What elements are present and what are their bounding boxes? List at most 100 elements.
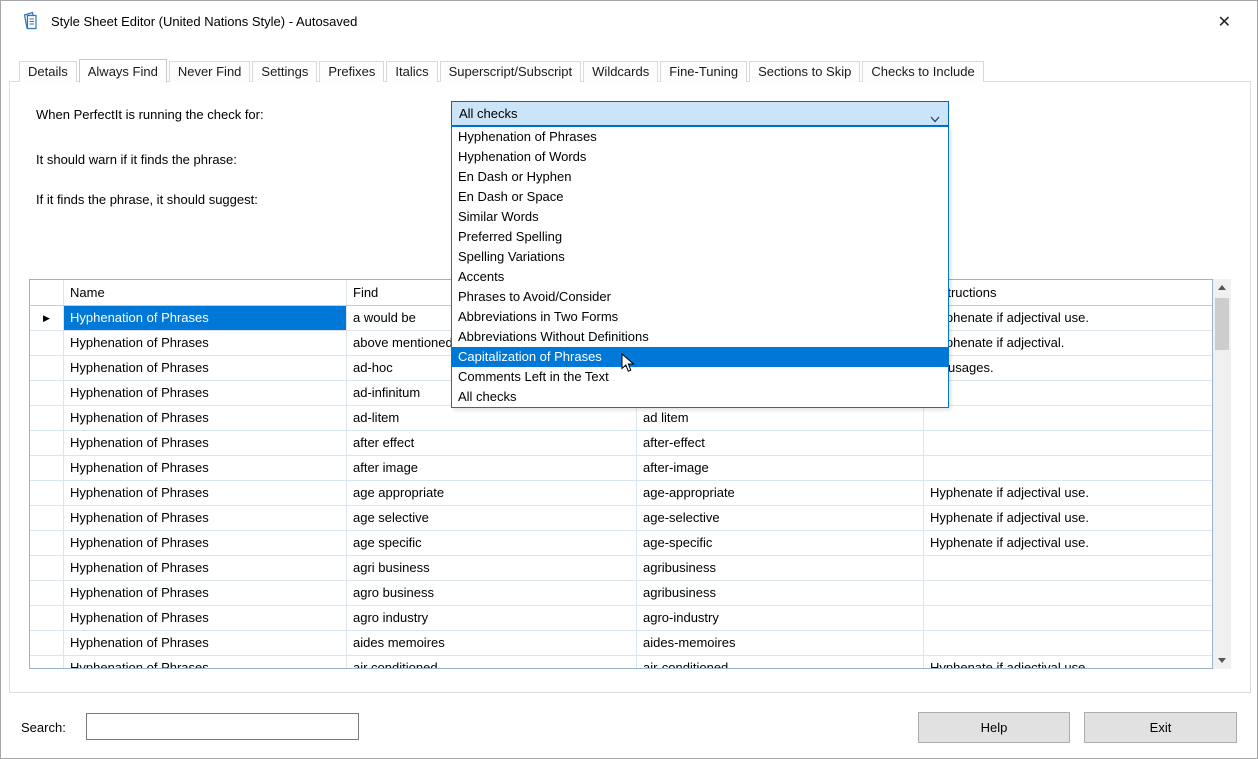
cell-name[interactable]: Hyphenation of Phrases xyxy=(64,581,347,606)
dropdown-item-similar-words[interactable]: Similar Words xyxy=(452,207,948,227)
cell-name[interactable]: Hyphenation of Phrases xyxy=(64,381,347,406)
dropdown-item-en-dash-or-space[interactable]: En Dash or Space xyxy=(452,187,948,207)
tab-fine-tuning[interactable]: Fine-Tuning xyxy=(660,61,747,82)
header-name[interactable]: Name xyxy=(64,280,347,305)
tab-prefixes[interactable]: Prefixes xyxy=(319,61,384,82)
cell-instructions[interactable]: Hyphenate if adjectival use. xyxy=(924,656,1212,669)
table-row[interactable]: Hyphenation of Phrasesage specificage-sp… xyxy=(30,531,1212,556)
cell-instructions[interactable] xyxy=(924,631,1212,656)
cell-find[interactable]: air conditioned xyxy=(347,656,637,669)
dropdown-item-abbreviations-without-definitions[interactable]: Abbreviations Without Definitions xyxy=(452,327,948,347)
dropdown-item-hyphenation-of-words[interactable]: Hyphenation of Words xyxy=(452,147,948,167)
table-row[interactable]: Hyphenation of Phrasesafter effectafter-… xyxy=(30,431,1212,456)
cell-name[interactable]: Hyphenation of Phrases xyxy=(64,356,347,381)
cell-instructions[interactable] xyxy=(924,556,1212,581)
cell-name[interactable]: Hyphenation of Phrases xyxy=(64,306,347,331)
search-input[interactable] xyxy=(86,713,359,740)
row-selector[interactable] xyxy=(30,606,64,631)
cell-suggest[interactable]: age-appropriate xyxy=(637,481,924,506)
row-selector[interactable] xyxy=(30,581,64,606)
table-row[interactable]: Hyphenation of Phrasesad-litemad litem xyxy=(30,406,1212,431)
cell-name[interactable]: Hyphenation of Phrases xyxy=(64,331,347,356)
dropdown-item-preferred-spelling[interactable]: Preferred Spelling xyxy=(452,227,948,247)
cell-instructions[interactable]: Hyphenate if adjectival use. xyxy=(924,531,1212,556)
cell-find[interactable]: ad-litem xyxy=(347,406,637,431)
cell-name[interactable]: Hyphenation of Phrases xyxy=(64,481,347,506)
cell-name[interactable]: Hyphenation of Phrases xyxy=(64,531,347,556)
row-selector[interactable] xyxy=(30,656,64,669)
scroll-down-button[interactable] xyxy=(1213,652,1231,669)
cell-name[interactable]: Hyphenation of Phrases xyxy=(64,506,347,531)
cell-suggest[interactable]: air-conditioned xyxy=(637,656,924,669)
cell-instructions[interactable] xyxy=(924,431,1212,456)
row-selector[interactable] xyxy=(30,456,64,481)
tab-italics[interactable]: Italics xyxy=(386,61,437,82)
help-button[interactable]: Help xyxy=(918,712,1070,743)
cell-suggest[interactable]: age-specific xyxy=(637,531,924,556)
row-selector[interactable] xyxy=(30,631,64,656)
cell-suggest[interactable]: after-image xyxy=(637,456,924,481)
cell-name[interactable]: Hyphenation of Phrases xyxy=(64,656,347,669)
vertical-scrollbar[interactable] xyxy=(1213,279,1231,669)
row-selector[interactable] xyxy=(30,481,64,506)
cell-instructions[interactable]: Hyphenate if adjectival use. xyxy=(924,306,1212,331)
row-selector[interactable] xyxy=(30,331,64,356)
cell-find[interactable]: age selective xyxy=(347,506,637,531)
cell-find[interactable]: age appropriate xyxy=(347,481,637,506)
cell-find[interactable]: agri business xyxy=(347,556,637,581)
row-selector[interactable] xyxy=(30,531,64,556)
tab-details[interactable]: Details xyxy=(19,61,77,82)
row-selector[interactable]: ▶ xyxy=(30,306,64,331)
row-selector[interactable] xyxy=(30,556,64,581)
cell-find[interactable]: agro industry xyxy=(347,606,637,631)
header-instructions[interactable]: Instructions xyxy=(924,280,1212,305)
cell-find[interactable]: after image xyxy=(347,456,637,481)
dropdown-item-abbreviations-in-two-forms[interactable]: Abbreviations in Two Forms xyxy=(452,307,948,327)
row-selector[interactable] xyxy=(30,356,64,381)
table-row[interactable]: Hyphenation of Phrasesaides memoiresaide… xyxy=(30,631,1212,656)
cell-suggest[interactable]: agribusiness xyxy=(637,581,924,606)
cell-name[interactable]: Hyphenation of Phrases xyxy=(64,606,347,631)
cell-name[interactable]: Hyphenation of Phrases xyxy=(64,631,347,656)
cell-suggest[interactable]: aides-memoires xyxy=(637,631,924,656)
cell-suggest[interactable]: after-effect xyxy=(637,431,924,456)
row-selector[interactable] xyxy=(30,381,64,406)
cell-find[interactable]: aides memoires xyxy=(347,631,637,656)
row-selector[interactable] xyxy=(30,506,64,531)
tab-superscript-subscript[interactable]: Superscript/Subscript xyxy=(440,61,582,82)
cell-instructions[interactable] xyxy=(924,581,1212,606)
table-row[interactable]: Hyphenation of Phrasesage selectiveage-s… xyxy=(30,506,1212,531)
dropdown-item-phrases-to-avoid-consider[interactable]: Phrases to Avoid/Consider xyxy=(452,287,948,307)
table-row[interactable]: Hyphenation of Phrasesagro businessagrib… xyxy=(30,581,1212,606)
dropdown-item-en-dash-or-hyphen[interactable]: En Dash or Hyphen xyxy=(452,167,948,187)
table-row[interactable]: Hyphenation of Phrasesagro industryagro-… xyxy=(30,606,1212,631)
cell-find[interactable]: after effect xyxy=(347,431,637,456)
cell-instructions[interactable]: All usages. xyxy=(924,356,1212,381)
cell-instructions[interactable]: Hyphenate if adjectival use. xyxy=(924,481,1212,506)
cell-name[interactable]: Hyphenation of Phrases xyxy=(64,431,347,456)
cell-suggest[interactable]: agro-industry xyxy=(637,606,924,631)
tab-settings[interactable]: Settings xyxy=(252,61,317,82)
chevron-down-icon[interactable] xyxy=(930,111,940,126)
close-button[interactable]: ✕ xyxy=(1212,10,1237,34)
cell-instructions[interactable] xyxy=(924,456,1212,481)
cell-instructions[interactable]: Hyphenate if adjectival use. xyxy=(924,506,1212,531)
cell-instructions[interactable] xyxy=(924,406,1212,431)
cell-name[interactable]: Hyphenation of Phrases xyxy=(64,456,347,481)
tab-never-find[interactable]: Never Find xyxy=(169,61,251,82)
dropdown-item-capitalization-of-phrases[interactable]: Capitalization of Phrases xyxy=(452,347,948,367)
table-row[interactable]: Hyphenation of Phrasesage appropriateage… xyxy=(30,481,1212,506)
cell-instructions[interactable] xyxy=(924,606,1212,631)
scroll-up-button[interactable] xyxy=(1213,279,1231,296)
cell-instructions[interactable] xyxy=(924,381,1212,406)
row-selector[interactable] xyxy=(30,406,64,431)
tab-checks-to-include[interactable]: Checks to Include xyxy=(862,61,983,82)
dropdown-item-spelling-variations[interactable]: Spelling Variations xyxy=(452,247,948,267)
cell-find[interactable]: agro business xyxy=(347,581,637,606)
dropdown-item-comments-left-in-the-text[interactable]: Comments Left in the Text xyxy=(452,367,948,387)
table-row[interactable]: Hyphenation of Phrasesafter imageafter-i… xyxy=(30,456,1212,481)
cell-name[interactable]: Hyphenation of Phrases xyxy=(64,556,347,581)
tab-sections-to-skip[interactable]: Sections to Skip xyxy=(749,61,860,82)
dropdown-item-accents[interactable]: Accents xyxy=(452,267,948,287)
cell-instructions[interactable]: Hyphenate if adjectival. xyxy=(924,331,1212,356)
